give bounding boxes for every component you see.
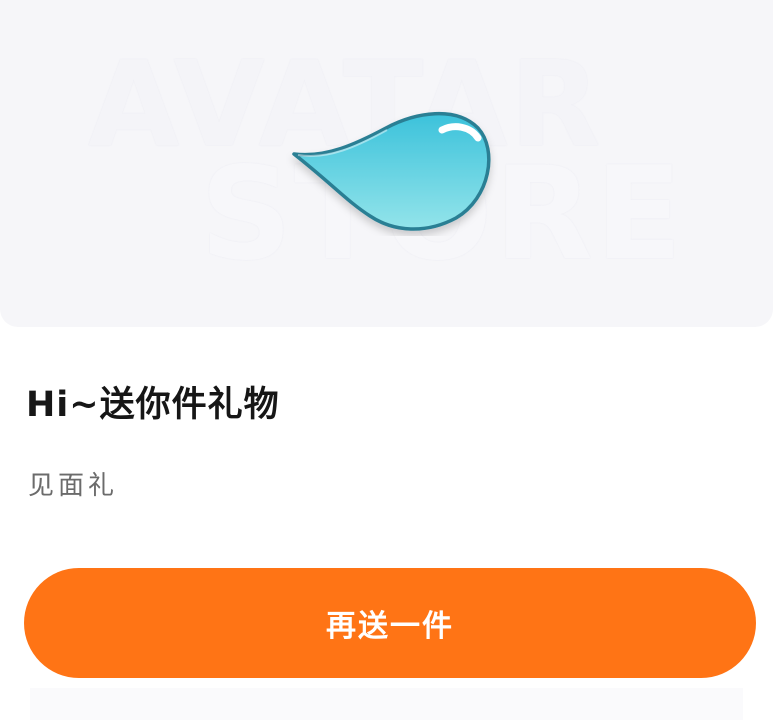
send-another-button-label: 再送一件 bbox=[326, 609, 454, 644]
gift-preview-banner: AVATAR STORE bbox=[0, 0, 773, 327]
gift-type-label: 见面礼 bbox=[28, 471, 119, 501]
bottom-area bbox=[30, 688, 743, 720]
gift-page: AVATAR STORE Hi~送你件礼物 见面礼 再 bbox=[0, 0, 773, 720]
water-drop-icon bbox=[286, 106, 498, 236]
gift-title: Hi~送你件礼物 bbox=[26, 385, 280, 425]
send-another-button[interactable]: 再送一件 bbox=[24, 568, 756, 678]
